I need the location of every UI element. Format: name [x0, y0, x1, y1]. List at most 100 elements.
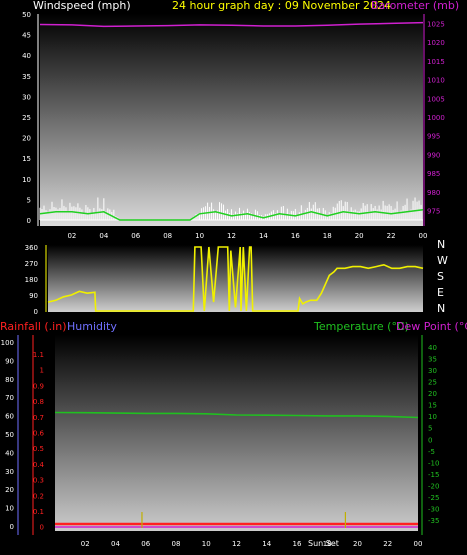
direction-tick-label: 270 [25, 260, 38, 268]
temperature-tick-label: 5 [428, 425, 432, 433]
humidity-tick-label: 100 [1, 339, 14, 347]
graph-title: 24 hour graph day : 09 November 2024 [172, 0, 391, 12]
rainfall-tick-label: 0.7 [33, 414, 44, 422]
direction-ticks: 360 270 180 90 0 [25, 244, 38, 316]
x-tick-label: 04 [99, 232, 108, 240]
temperature-tick-label: -5 [428, 448, 435, 456]
x-tick-label: 00 [414, 540, 423, 548]
humidity-tick-label: 40 [5, 449, 14, 457]
x-tick-label: 04 [111, 540, 120, 548]
rainfall-label: Rainfall (.in) [0, 320, 67, 333]
wind-tick-label: 15 [22, 155, 31, 163]
barometer-tick-label: 1005 [427, 95, 445, 103]
x-tick-label: 14 [262, 540, 271, 548]
temperature-tick-label: 30 [428, 367, 437, 375]
compass-label: N [437, 238, 445, 251]
x-tick-label: 08 [172, 540, 181, 548]
temperature-tick-label: 35 [428, 355, 437, 363]
humidity-tick-label: 50 [5, 431, 14, 439]
wind-tick-label: 50 [22, 11, 31, 19]
barometer-tick-label: 1015 [427, 58, 445, 66]
temperature-tick-label: 10 [428, 413, 437, 421]
wind-tick-label: 20 [22, 135, 31, 143]
barometer-label: Barometer (mb) [371, 0, 459, 12]
temperature-tick-label: -25 [428, 494, 439, 502]
wind-barometer-plot-area [40, 14, 423, 226]
direction-tick-label: 0 [34, 308, 38, 316]
temperature-tick-label: 40 [428, 344, 437, 352]
x-tick-label: 02 [67, 232, 76, 240]
rainfall-tick-label: 1 [40, 367, 44, 375]
humidity-label: Humidity [67, 320, 117, 333]
x-tick-label: 20 [353, 540, 362, 548]
x-tick-label: 12 [227, 232, 236, 240]
barometer-tick-label: 1025 [427, 20, 445, 28]
humidity-tick-label: 10 [5, 505, 14, 513]
x-tick-label: 16 [293, 540, 302, 548]
x-tick-label: 02 [81, 540, 90, 548]
x-tick-label: 16 [291, 232, 300, 240]
temperature-tick-label: -20 [428, 483, 439, 491]
humidity-tick-label: 90 [5, 357, 14, 365]
rainfall-tick-label: 0.3 [33, 477, 44, 485]
compass-label: S [437, 270, 444, 283]
temperature-plot-area [55, 335, 418, 531]
barometer-tick-label: 1000 [427, 114, 445, 122]
rainfall-tick-label: 1.1 [33, 351, 44, 359]
x-tick-label: 18 [323, 232, 332, 240]
weather-graph: Windspeed (mph) 24 hour graph day : 09 N… [0, 0, 467, 548]
rainfall-tick-label: 0.4 [33, 461, 45, 469]
x-tick-label: 00 [419, 232, 428, 240]
rainfall-tick-label: 0.2 [33, 492, 44, 500]
temperature-tick-label: -15 [428, 471, 439, 479]
barometer-tick-label: 1010 [427, 77, 445, 85]
temperature-tick-label: -30 [428, 506, 439, 514]
x-tick-label: 20 [355, 232, 364, 240]
wind-tick-label: 40 [22, 52, 31, 60]
x-tick-label: 06 [131, 232, 140, 240]
compass-label: E [437, 286, 444, 299]
wind-tick-label: 45 [22, 32, 31, 40]
barometer-tick-label: 1020 [427, 39, 445, 47]
x-tick-label: 14 [259, 232, 268, 240]
wind-tick-label: 35 [22, 73, 31, 81]
direction-tick-label: 90 [29, 292, 38, 300]
x-tick-label: 06 [141, 540, 150, 548]
rainfall-tick-label: 0.5 [33, 445, 44, 453]
temperature-tick-label: -10 [428, 459, 439, 467]
barometer-tick-label: 975 [427, 208, 440, 216]
x-tick-label: 12 [232, 540, 241, 548]
humidity-tick-label: 80 [5, 376, 14, 384]
rainfall-tick-label: 0.9 [33, 382, 44, 390]
temperature-label: Temperature (°C) [313, 320, 409, 333]
wind-tick-label: 25 [22, 114, 31, 122]
humidity-tick-label: 30 [5, 468, 14, 476]
humidity-tick-label: 60 [5, 413, 14, 421]
humidity-tick-label: 70 [5, 394, 14, 402]
x-tick-label: 22 [383, 540, 392, 548]
barometer-tick-label: 980 [427, 189, 440, 197]
barometer-tick-label: 995 [427, 133, 440, 141]
x-tick-label: 22 [387, 232, 396, 240]
dewpoint-label: Dew Point (°C) [396, 320, 467, 333]
wind-tick-label: 30 [22, 93, 31, 101]
temperature-tick-label: 0 [428, 436, 432, 444]
temperature-tick-label: 25 [428, 378, 437, 386]
compass-label: N [437, 302, 445, 315]
wind-tick-label: 5 [27, 196, 31, 204]
rainfall-tick-label: 0.8 [33, 398, 44, 406]
temperature-tick-label: 15 [428, 402, 437, 410]
rainfall-tick-label: 0 [40, 524, 44, 532]
direction-tick-label: 180 [25, 276, 38, 284]
barometer-tick-label: 985 [427, 170, 440, 178]
direction-tick-label: 360 [25, 244, 38, 252]
rainfall-tick-label: 0.6 [33, 430, 45, 438]
x-tick-label: 10 [195, 232, 204, 240]
temperature-tick-label: -35 [428, 517, 439, 525]
humidity-tick-label: 0 [10, 523, 14, 531]
humidity-tick-label: 20 [5, 486, 14, 494]
compass-labels: NWSEN [437, 238, 448, 315]
x-tick-label: 10 [202, 540, 211, 548]
wind-tick-label: 0 [27, 217, 31, 225]
rainfall-tick-label: 0.1 [33, 508, 44, 516]
